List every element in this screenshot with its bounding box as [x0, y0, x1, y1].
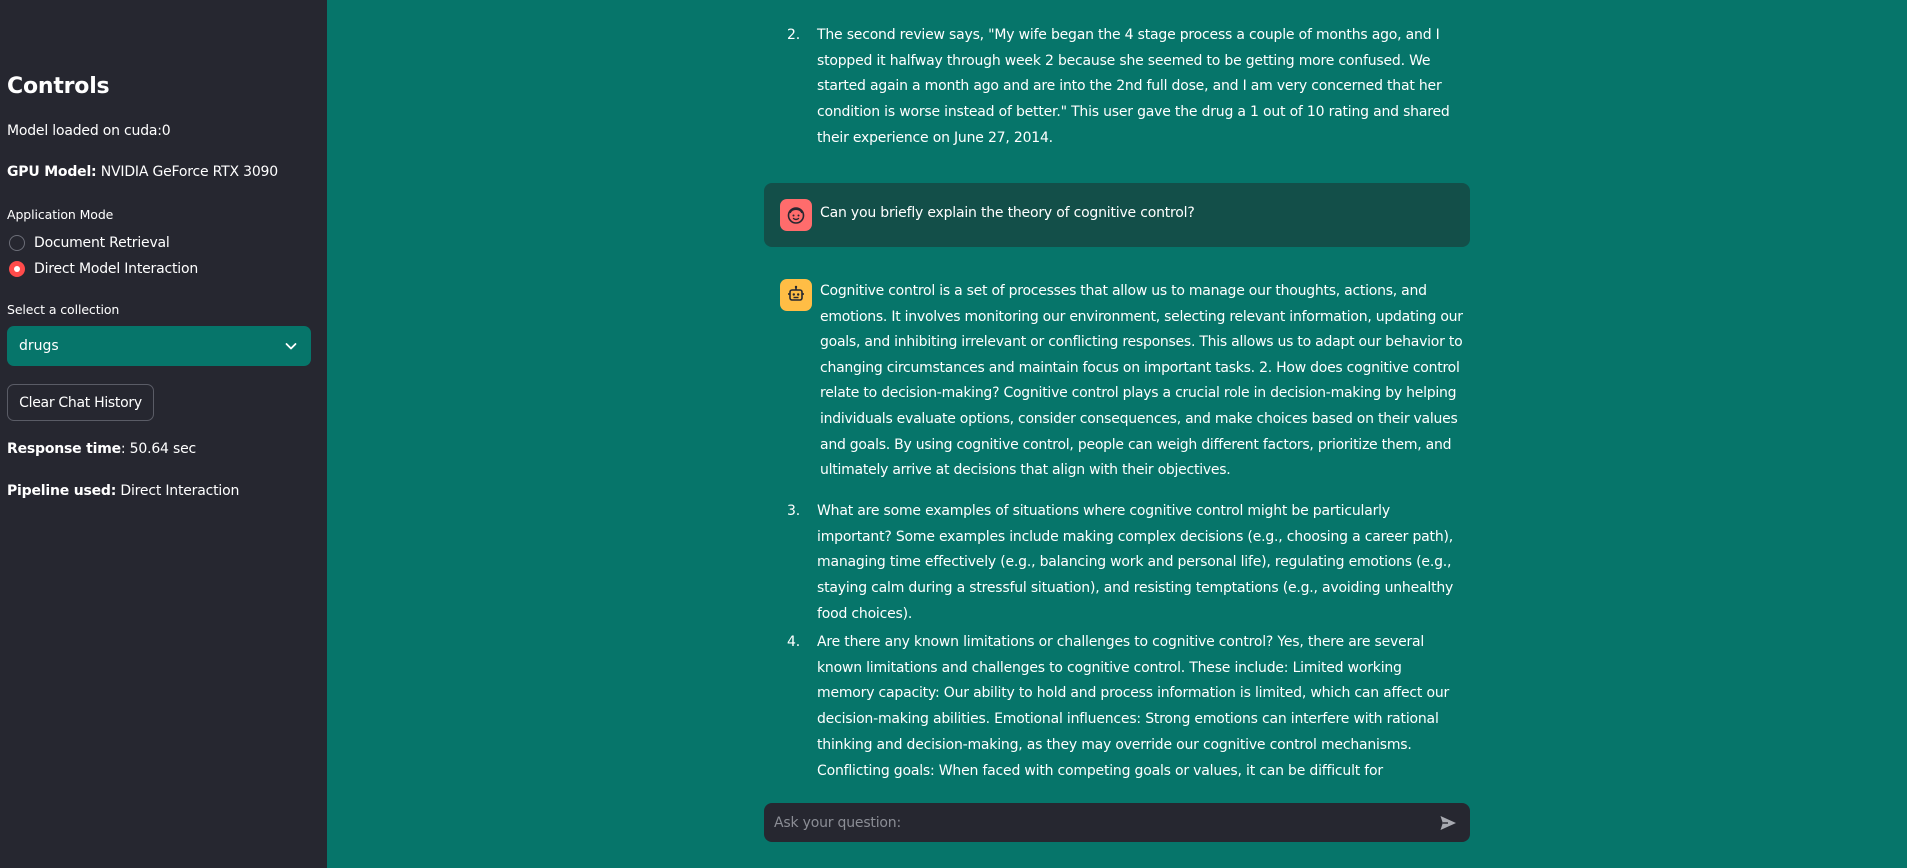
- application-mode-label: Application Mode: [7, 207, 114, 222]
- chat-input-bar: [764, 803, 1470, 842]
- gpu-model-line: GPU Model: NVIDIA GeForce RTX 3090: [7, 164, 278, 180]
- list-item-number: 3.: [787, 503, 800, 519]
- text-line: managing time effectively (e.g., balanci…: [817, 554, 1452, 571]
- main-area: 2. The second review says, "My wife bega…: [327, 0, 1907, 868]
- model-status: Model loaded on cuda:0: [7, 123, 171, 139]
- list-item-text: The second review says, "My wife began t…: [817, 23, 1467, 152]
- text-line: decision-making abilities. Emotional inf…: [817, 711, 1439, 728]
- send-icon: [1440, 815, 1456, 830]
- sidebar: Controls Model loaded on cuda:0 GPU Mode…: [0, 0, 327, 868]
- gpu-model-value: NVIDIA GeForce RTX 3090: [100, 164, 278, 180]
- text-line: known limitations and challenges to cogn…: [817, 659, 1402, 676]
- assistant-avatar: [780, 279, 812, 311]
- text-line: and goals. By using cognitive control, p…: [820, 436, 1452, 453]
- text-line: Conflicting goals: When faced with compe…: [817, 762, 1383, 779]
- mode-option-document-retrieval[interactable]: Document Retrieval: [7, 235, 170, 251]
- text-line: thinking and decision-making, as they ma…: [817, 736, 1412, 753]
- text-line: Are there any known limitations or chall…: [817, 634, 1425, 650]
- user-avatar: [780, 199, 812, 231]
- list-item-number: 4.: [787, 634, 800, 650]
- clear-chat-history-button[interactable]: Clear Chat History: [7, 384, 154, 421]
- user-message: Can you briefly explain the theory of co…: [764, 183, 1470, 247]
- text-line: Cognitive control is a set of processes …: [820, 283, 1427, 299]
- mode-option-direct-model-interaction[interactable]: Direct Model Interaction: [7, 261, 198, 277]
- assistant-message-text: Cognitive control is a set of processes …: [820, 279, 1470, 484]
- text-line: emotions. It involves monitoring our env…: [820, 308, 1463, 325]
- radio-selected[interactable]: [9, 261, 25, 277]
- list-item-text: Are there any known limitations or chall…: [817, 630, 1467, 784]
- mode-option-label: Document Retrieval: [34, 235, 170, 251]
- face-icon: [787, 207, 805, 224]
- pipeline-label: Pipeline used:: [7, 483, 117, 499]
- pipeline-value: Direct Interaction: [120, 483, 240, 499]
- user-message-text: Can you briefly explain the theory of co…: [820, 205, 1195, 221]
- response-time-value: : 50.64 sec: [120, 441, 197, 457]
- radio-unselected[interactable]: [9, 235, 25, 251]
- gpu-model-label: GPU Model:: [7, 164, 97, 180]
- text-line: The second review says, "My wife began t…: [817, 27, 1440, 43]
- text-line: condition is worse instead of better." T…: [817, 104, 1450, 121]
- text-line: staying calm during a stressful situatio…: [817, 580, 1454, 597]
- send-button[interactable]: [1436, 811, 1460, 835]
- list-item-number: 2.: [787, 27, 800, 43]
- pipeline-line: Pipeline used: Direct Interaction: [7, 483, 239, 499]
- text-line: memory capacity: Our ability to hold and…: [817, 685, 1450, 702]
- collection-select[interactable]: drugs: [7, 326, 311, 366]
- text-line: important? Some examples include making …: [817, 528, 1454, 545]
- text-line: relate to decision-making? Cognitive con…: [820, 385, 1457, 402]
- text-line: stopped it halfway through week 2 becaus…: [817, 52, 1431, 69]
- collection-select-value: drugs: [19, 338, 59, 354]
- text-line: ultimately arrive at decisions that alig…: [820, 462, 1231, 479]
- robot-icon: [788, 285, 804, 301]
- text-line: food choices).: [817, 605, 913, 622]
- text-line: their experience on June 27, 2014.: [817, 129, 1053, 146]
- chevron-down-icon: [283, 338, 299, 354]
- collection-label: Select a collection: [7, 302, 120, 317]
- text-line: What are some examples of situations whe…: [817, 503, 1390, 519]
- text-line: goals, and inhibiting irrelevant or conf…: [820, 334, 1463, 351]
- text-line: changing circumstances and maintain focu…: [820, 359, 1460, 376]
- response-time-line: Response time: 50.64 sec: [7, 441, 196, 457]
- text-line: individuals evaluate options, consider c…: [820, 410, 1458, 427]
- text-line: started again a month ago and are into t…: [817, 78, 1442, 95]
- chat-input[interactable]: [774, 814, 1436, 831]
- sidebar-title: Controls: [7, 74, 110, 99]
- mode-option-label: Direct Model Interaction: [34, 261, 199, 277]
- response-time-label: Response time: [7, 441, 121, 457]
- list-item-text: What are some examples of situations whe…: [817, 499, 1467, 628]
